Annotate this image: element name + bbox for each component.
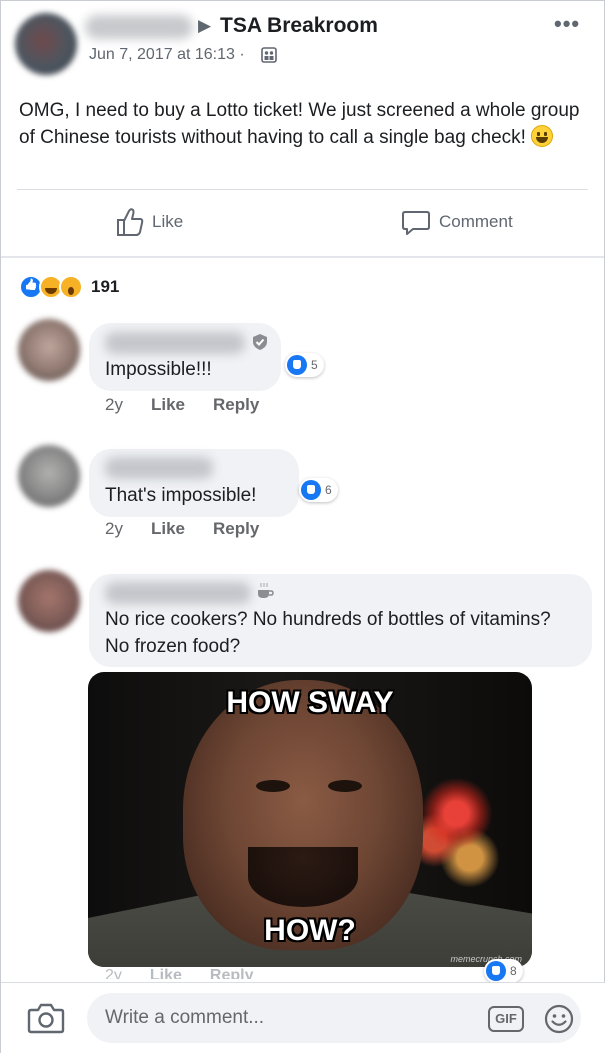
reactions-summary[interactable]: 191 [19, 274, 119, 300]
verified-shield-icon [253, 334, 267, 350]
comment-actions: 2y Like Reply [105, 519, 287, 539]
comment-image-meme[interactable]: HOW SWAY HOW? memecrunch.com [88, 672, 532, 967]
thumbs-up-icon [117, 208, 144, 236]
comment-author-name[interactable] [105, 332, 245, 354]
like-reaction-icon [287, 355, 307, 375]
meme-face [183, 680, 423, 950]
comment-input-placeholder: Write a comment... [105, 1007, 265, 1028]
comment-reply-button[interactable]: Reply [213, 519, 259, 538]
comment-like-number: 6 [325, 483, 332, 497]
comment-bubble-icon [402, 211, 430, 235]
post-timestamp[interactable]: Jun 7, 2017 at 16:13 · [89, 46, 245, 64]
more-options-button[interactable]: ••• [554, 11, 580, 37]
comment-time[interactable]: 2y [105, 395, 123, 414]
meme-eye [256, 780, 290, 792]
comment-input[interactable]: Write a comment... GIF [87, 993, 581, 1043]
group-name-link[interactable]: TSA Breakroom [220, 14, 378, 38]
arrow-right-icon: ▶ [198, 16, 212, 35]
post-body: OMG, I need to buy a Lotto ticket! We ju… [19, 97, 589, 151]
coffee-cup-icon [258, 583, 274, 598]
comment-text: That's impossible! [105, 485, 257, 506]
comment-like-button[interactable]: Like [151, 519, 185, 538]
meme-eye [328, 780, 362, 792]
comment-text: Impossible!!! [105, 359, 212, 380]
reaction-count: 191 [91, 277, 120, 296]
like-reaction-icon [486, 961, 506, 981]
comment-actions: 2y Like Reply [105, 967, 282, 979]
section-divider [1, 256, 604, 258]
comment-text: No rice cookers? No hundreds of bottles … [105, 609, 551, 657]
comment-button[interactable]: Comment [401, 206, 513, 238]
comment-button-label: Comment [439, 212, 513, 231]
post-author-name[interactable] [85, 15, 193, 39]
comment-like-number: 8 [510, 964, 517, 978]
comment-like-button[interactable]: Like [150, 967, 182, 979]
comment-author-name[interactable] [105, 457, 213, 479]
post-body-text: OMG, I need to buy a Lotto ticket! We ju… [19, 100, 580, 148]
camera-icon[interactable] [27, 1001, 65, 1035]
like-button[interactable]: Like [116, 206, 183, 238]
meme-top-caption: HOW SWAY [226, 686, 394, 719]
comment-like-count[interactable]: 6 [299, 478, 338, 502]
gif-button[interactable]: GIF [488, 1006, 524, 1032]
like-button-label: Like [152, 212, 184, 231]
post-author-avatar[interactable] [15, 13, 77, 75]
comment-author-name[interactable] [105, 582, 251, 604]
comment-reply-button[interactable]: Reply [210, 967, 254, 979]
comment-time[interactable]: 2y [105, 967, 122, 979]
comment-like-button[interactable]: Like [151, 395, 185, 414]
wow-reaction-icon [59, 275, 83, 299]
comment-like-count[interactable]: 8 [484, 959, 523, 983]
divider [17, 189, 588, 190]
group-privacy-icon [261, 47, 277, 63]
comment-composer-bar: Write a comment... GIF [1, 982, 605, 1055]
grinning-face-icon [531, 125, 554, 147]
comment-time[interactable]: 2y [105, 519, 123, 538]
comment-actions: 2y Like Reply [105, 395, 287, 415]
emoji-icon[interactable] [543, 1003, 575, 1035]
comment-avatar[interactable] [18, 445, 80, 507]
meme-bottom-caption: HOW? [264, 914, 356, 947]
comment-like-number: 5 [311, 358, 318, 372]
comment-like-count[interactable]: 5 [285, 353, 324, 377]
comment-avatar[interactable] [18, 319, 80, 381]
comment-reply-button[interactable]: Reply [213, 395, 259, 414]
comment-avatar[interactable] [18, 570, 80, 632]
meme-beard [248, 847, 358, 907]
like-reaction-icon [301, 480, 321, 500]
